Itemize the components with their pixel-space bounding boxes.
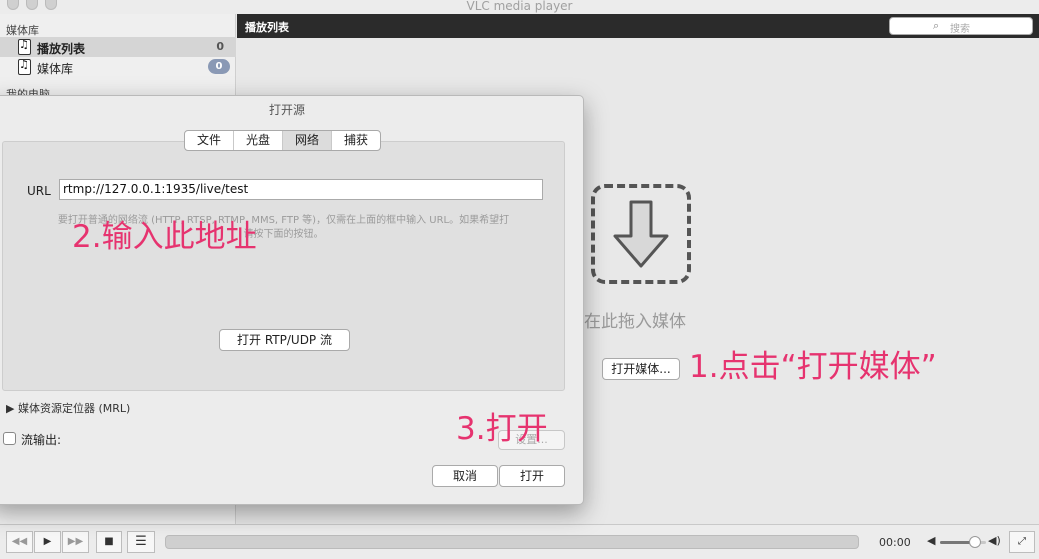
title-bar: VLC media player bbox=[0, 0, 1039, 14]
tab-file[interactable]: 文件 bbox=[185, 131, 235, 150]
annotation-step2: 2.输入此地址 bbox=[72, 219, 257, 255]
stream-output-checkbox[interactable] bbox=[3, 432, 16, 445]
disclosure-triangle-icon: ▶ bbox=[6, 402, 18, 415]
sidebar-section-media: 媒体库 bbox=[6, 24, 39, 37]
fast-forward-button[interactable]: ▶▶ bbox=[62, 531, 89, 553]
search-placeholder: 搜索 bbox=[950, 24, 970, 35]
fullscreen-button[interactable]: ⤢ bbox=[1009, 531, 1035, 553]
sidebar-item-label: 媒体库 bbox=[37, 62, 74, 76]
annotation-step3: 3.打开 bbox=[456, 411, 548, 447]
drop-zone[interactable] bbox=[591, 184, 691, 284]
item-count-badge: 0 bbox=[216, 40, 224, 53]
window-title: VLC media player bbox=[466, 0, 573, 13]
download-arrow-icon bbox=[613, 200, 669, 268]
dialog-title: 打开源 bbox=[268, 103, 305, 117]
network-panel: URL rtmp://127.0.0.1:1935/live/test 要打开普… bbox=[2, 141, 565, 391]
seek-bar[interactable] bbox=[165, 535, 859, 549]
url-label: URL bbox=[27, 184, 51, 198]
playback-controls: ◀◀ ▶ ▶▶ ■ ☰ 00:00 ◀ ◀) ⤢ bbox=[0, 524, 1039, 559]
tab-network[interactable]: 网络 bbox=[283, 131, 333, 150]
playlist-header: 播放列表 ⌕ 搜索 bbox=[237, 14, 1039, 38]
music-file-icon bbox=[18, 58, 31, 75]
music-file-icon bbox=[18, 38, 31, 55]
rewind-button[interactable]: ◀◀ bbox=[6, 531, 33, 553]
source-tabs: 文件 光盘 网络 捕获 bbox=[184, 130, 382, 151]
tab-disc[interactable]: 光盘 bbox=[234, 131, 284, 150]
mrl-disclosure[interactable]: ▶ 媒体资源定位器 (MRL) bbox=[6, 400, 130, 416]
time-display: 00:00 bbox=[879, 536, 911, 549]
search-icon: ⌕ bbox=[933, 19, 940, 32]
mrl-label: 媒体资源定位器 (MRL) bbox=[17, 402, 131, 415]
playlist-toggle-button[interactable]: ☰ bbox=[127, 531, 155, 553]
stop-button[interactable]: ■ bbox=[96, 531, 122, 553]
tab-capture[interactable]: 捕获 bbox=[332, 131, 380, 150]
play-button[interactable]: ▶ bbox=[34, 531, 61, 553]
open-rtp-udp-button[interactable]: 打开 RTP/UDP 流 bbox=[219, 329, 350, 351]
sidebar-item-library[interactable]: 媒体库 0 bbox=[0, 57, 236, 77]
annotation-step1: 1.点击“打开媒体” bbox=[689, 349, 937, 385]
cancel-button[interactable]: 取消 bbox=[432, 465, 498, 487]
open-button[interactable]: 打开 bbox=[499, 465, 565, 487]
volume-high-icon: ◀) bbox=[988, 534, 1001, 547]
url-input[interactable]: rtmp://127.0.0.1:1935/live/test bbox=[59, 179, 543, 200]
playlist-title: 播放列表 bbox=[245, 21, 289, 34]
volume-low-icon: ◀ bbox=[927, 534, 936, 547]
stream-output-label: 流输出: bbox=[21, 433, 62, 447]
sidebar-item-playlist[interactable]: 播放列表 0 bbox=[0, 37, 236, 57]
volume-knob[interactable] bbox=[968, 536, 981, 548]
search-input[interactable]: ⌕ 搜索 bbox=[889, 17, 1033, 35]
open-media-button[interactable]: 打开媒体... bbox=[602, 358, 680, 380]
sidebar-item-label: 播放列表 bbox=[37, 42, 86, 56]
drop-media-text: 在此拖入媒体 bbox=[584, 312, 686, 332]
item-count-badge: 0 bbox=[208, 59, 230, 74]
